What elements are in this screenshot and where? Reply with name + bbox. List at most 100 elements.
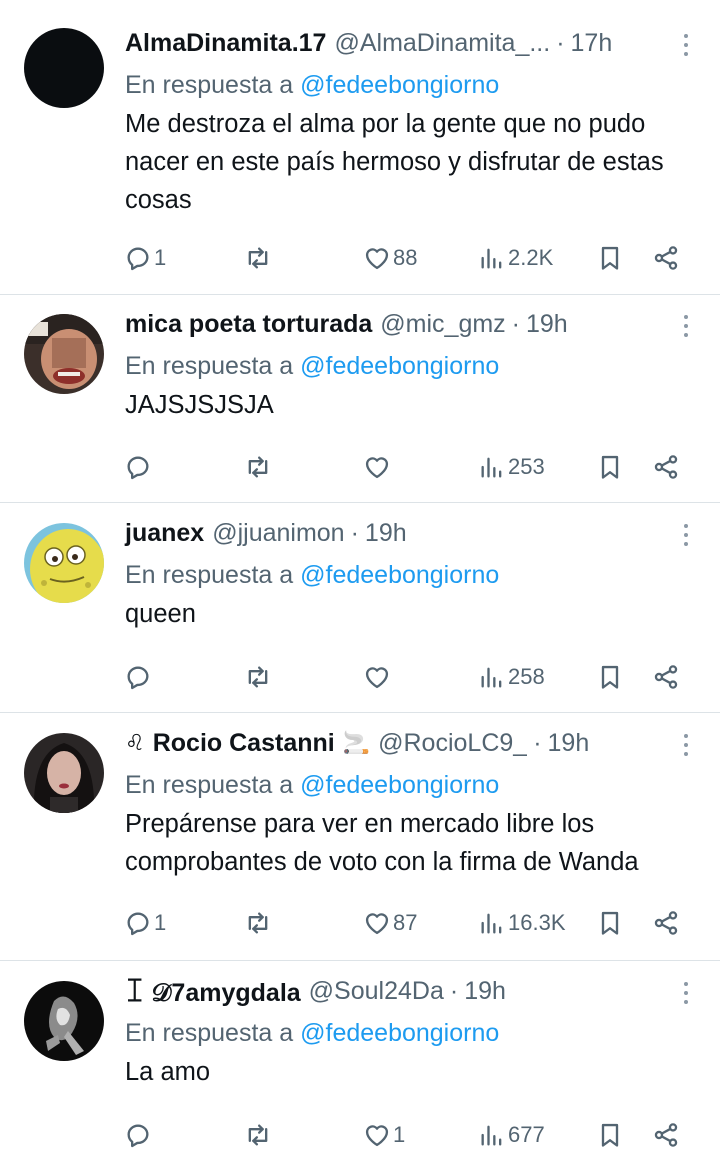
reply-context: En respuesta a @fedeebongiorno	[125, 348, 698, 384]
tweet-text: La amo	[125, 1058, 211, 1086]
timestamp[interactable]: 19h	[548, 729, 590, 758]
views-button[interactable]: 253	[478, 449, 545, 485]
views-chart-icon	[481, 913, 502, 934]
mention-link[interactable]: @fedeebongiorno	[300, 1019, 499, 1047]
views-button[interactable]: 16.3K	[478, 905, 566, 941]
reply-button[interactable]	[124, 659, 154, 695]
heart-icon	[365, 913, 389, 935]
username[interactable]: @jjuanimon	[212, 519, 344, 548]
bookmark-icon	[601, 1123, 619, 1147]
like-button[interactable]	[363, 659, 393, 695]
separator-dot: ·	[350, 518, 359, 547]
mention-link[interactable]: @fedeebongiorno	[300, 352, 499, 380]
timestamp[interactable]: 19h	[464, 977, 506, 1006]
tweet-4[interactable]: ♌ Rocio Castanni 🚬 @RocioLC9_ · 19h En r…	[0, 713, 720, 961]
separator-dot: ·	[511, 309, 520, 338]
retweet-icon	[248, 456, 268, 478]
bookmark-icon	[601, 455, 619, 479]
tweet-3[interactable]: juanex @jjuanimon · 19h En respuesta a @…	[0, 503, 720, 713]
bookmark-button[interactable]	[596, 905, 624, 941]
cigarette-emoji: 🚬	[342, 730, 371, 755]
tweet-text: queen	[125, 600, 196, 628]
share-button[interactable]	[652, 1117, 680, 1153]
display-name[interactable]: ꀤ 𝒟7amygdala	[125, 975, 301, 1008]
bookmark-button[interactable]	[596, 659, 624, 695]
views-chart-icon	[481, 667, 502, 688]
bookmark-button[interactable]	[596, 449, 624, 485]
username[interactable]: @RocioLC9_	[378, 729, 527, 758]
bookmark-icon	[601, 246, 619, 270]
retweet-button[interactable]	[244, 659, 272, 695]
mention-link[interactable]: @fedeebongiorno	[300, 71, 499, 99]
reply-icon	[127, 912, 149, 936]
share-button[interactable]	[652, 905, 680, 941]
heart-icon	[365, 457, 389, 479]
views-button[interactable]: 258	[478, 659, 545, 695]
reply-context: En respuesta a @fedeebongiorno	[125, 67, 698, 103]
display-name[interactable]: juanex	[125, 519, 204, 548]
tweet-5[interactable]: ꀤ 𝒟7amygdala @Soul24Da · 19h En respuest…	[0, 961, 720, 1162]
tweet-header: mica poeta torturada @mic_gmz · 19h	[125, 306, 698, 342]
display-name[interactable]: mica poeta torturada	[125, 310, 372, 339]
like-button[interactable]	[363, 449, 393, 485]
reply-button[interactable]	[124, 1117, 154, 1153]
tweet-header: AlmaDinamita.17 @AlmaDinamita_... · 17h	[125, 25, 698, 61]
reply-button[interactable]: 1	[124, 905, 166, 941]
bookmark-icon	[601, 911, 619, 935]
avatar[interactable]	[24, 523, 104, 603]
username[interactable]: @AlmaDinamita_...	[334, 29, 550, 58]
tweet-2[interactable]: mica poeta torturada @mic_gmz · 19h En r…	[0, 295, 720, 503]
share-button[interactable]	[652, 240, 680, 276]
username[interactable]: @Soul24Da	[309, 977, 444, 1006]
reply-count: 1	[154, 245, 167, 270]
bookmark-button[interactable]	[596, 240, 624, 276]
retweet-icon	[248, 912, 268, 934]
reply-prefix: En respuesta a	[125, 71, 294, 99]
views-button[interactable]: 677	[478, 1117, 545, 1153]
leo-sign-emoji: ♌	[125, 730, 145, 755]
share-icon	[654, 911, 678, 935]
reply-prefix: En respuesta a	[125, 771, 294, 799]
reply-icon	[127, 666, 149, 690]
tweet-header: ꀤ 𝒟7amygdala @Soul24Da · 19h	[125, 973, 698, 1009]
retweet-button[interactable]	[244, 449, 272, 485]
reply-button[interactable]: 1	[124, 240, 166, 276]
separator-dot: ·	[556, 28, 565, 57]
like-count: 87	[393, 910, 418, 935]
avatar[interactable]	[24, 981, 104, 1061]
tweet-header: ♌ Rocio Castanni 🚬 @RocioLC9_ · 19h	[125, 725, 698, 761]
heart-icon	[365, 667, 389, 689]
bookmark-button[interactable]	[596, 1117, 624, 1153]
share-button[interactable]	[652, 659, 680, 695]
views-chart-icon	[481, 1125, 502, 1146]
share-button[interactable]	[652, 449, 680, 485]
heart-icon	[365, 1125, 389, 1147]
views-chart-icon	[481, 248, 502, 269]
avatar[interactable]	[24, 314, 104, 394]
retweet-button[interactable]	[244, 1117, 272, 1153]
tweet-header: juanex @jjuanimon · 19h	[125, 515, 698, 551]
timestamp[interactable]: 17h	[571, 29, 613, 58]
share-icon	[654, 455, 678, 479]
timestamp[interactable]: 19h	[526, 310, 568, 339]
mention-link[interactable]: @fedeebongiorno	[300, 561, 499, 589]
username[interactable]: @mic_gmz	[380, 310, 505, 339]
reply-button[interactable]	[124, 449, 154, 485]
separator-dot: ·	[449, 976, 459, 1005]
tweet-1[interactable]: AlmaDinamita.17 @AlmaDinamita_... · 17h …	[0, 0, 720, 295]
retweet-icon	[248, 1124, 268, 1146]
like-button[interactable]: 1	[363, 1117, 405, 1153]
display-name[interactable]: Rocio Castanni	[153, 729, 335, 758]
like-button[interactable]: 87	[363, 905, 417, 941]
timestamp[interactable]: 19h	[365, 519, 407, 548]
retweet-button[interactable]	[244, 905, 272, 941]
avatar[interactable]	[24, 733, 104, 813]
display-name[interactable]: AlmaDinamita.17	[125, 29, 326, 58]
retweet-button[interactable]	[244, 240, 272, 276]
views-button[interactable]: 2.2K	[478, 240, 553, 276]
views-count: 16.3K	[508, 910, 566, 935]
like-button[interactable]: 88	[363, 240, 417, 276]
mention-link[interactable]: @fedeebongiorno	[300, 771, 499, 799]
reply-prefix: En respuesta a	[125, 352, 294, 380]
avatar[interactable]	[24, 28, 104, 108]
